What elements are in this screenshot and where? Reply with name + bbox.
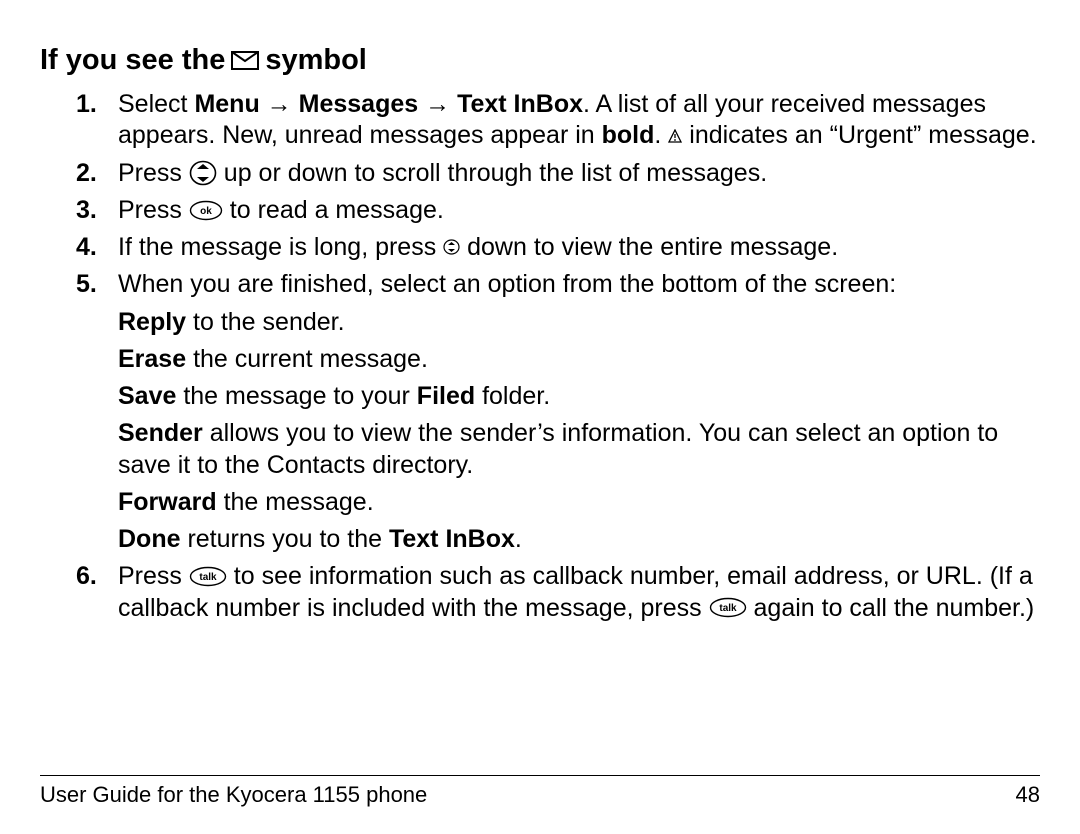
svg-text:ok: ok [200,206,212,217]
option-list: Reply to the sender. Erase the current m… [118,307,1040,556]
step-3: 3. Press ok to read a message. [118,195,1040,226]
option-erase: Erase the current message. [118,344,1040,375]
option-sender: Sender allows you to view the sender’s i… [118,418,1040,481]
step-6: 6. Press talk to see information such as… [118,561,1040,624]
step-1: 1. Select Menu → Messages → Text InBox. … [118,89,1040,152]
inbox-label: Text InBox [457,90,583,118]
svg-text:talk: talk [719,603,737,614]
heading-post: symbol [265,44,367,77]
messages-label: Messages [299,90,419,118]
talk-button-icon: talk [709,597,747,618]
step-number: 1. [76,89,97,120]
nav-small-icon [443,239,460,255]
step-number: 2. [76,158,97,189]
section-heading: If you see the symbol [40,44,1040,77]
step-number: 6. [76,561,97,592]
step-number: 3. [76,195,97,226]
option-save: Save the message to your Filed folder. [118,381,1040,412]
envelope-icon [231,51,259,70]
page: If you see the symbol 1. Select Menu → M… [0,0,1080,834]
footer-title: User Guide for the Kyocera 1155 phone [40,782,427,808]
body-text: Select [118,90,194,118]
bold-label: bold [602,121,655,149]
heading-pre: If you see the [40,44,225,77]
step-5: 5. When you are finished, select an opti… [118,269,1040,555]
talk-button-icon: talk [189,566,227,587]
ok-button-icon: ok [189,200,223,221]
svg-text:talk: talk [199,572,217,583]
urgent-icon [668,129,682,143]
step-2: 2. Press up or down to scroll through th… [118,158,1040,189]
page-footer: User Guide for the Kyocera 1155 phone 48 [0,775,1080,808]
step-number: 5. [76,269,97,300]
page-number: 48 [1016,782,1040,808]
menu-label: Menu [194,90,259,118]
option-done: Done returns you to the Text InBox. [118,524,1040,555]
option-reply: Reply to the sender. [118,307,1040,338]
step-number: 4. [76,232,97,263]
step-4: 4. If the message is long, press down to… [118,232,1040,263]
nav-updown-icon [189,160,217,186]
instruction-list: 1. Select Menu → Messages → Text InBox. … [40,89,1040,624]
option-forward: Forward the message. [118,487,1040,518]
